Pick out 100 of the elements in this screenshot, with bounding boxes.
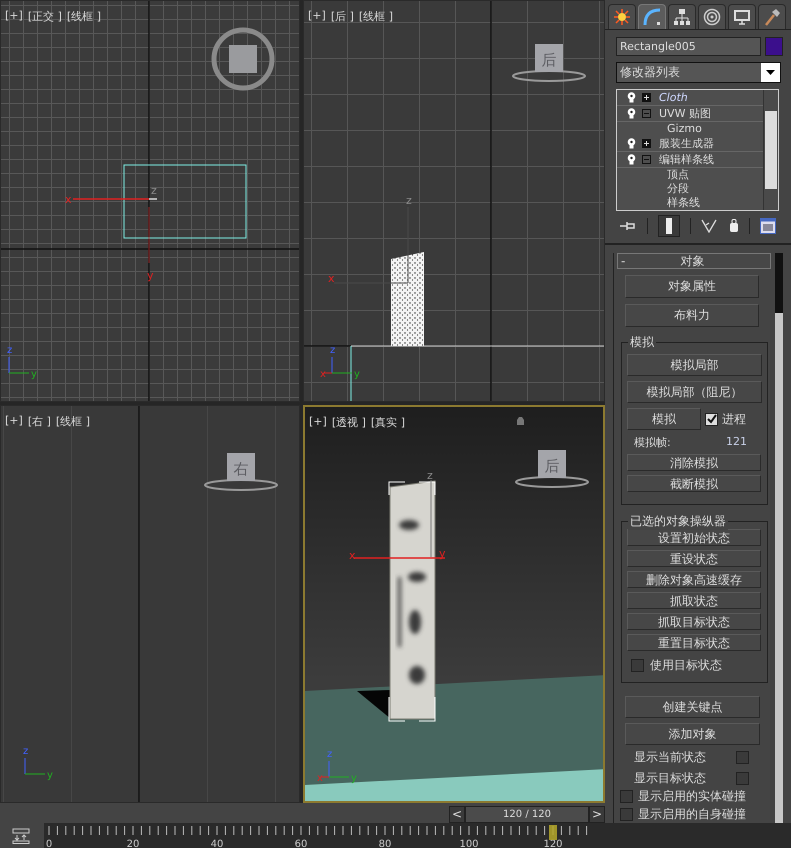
modifier-name: Cloth xyxy=(659,91,688,104)
panel-button[interactable]: 设置初始状态 xyxy=(627,529,761,546)
panel-button[interactable]: 消除模拟 xyxy=(627,454,761,471)
modifier-name: UVW 贴图 xyxy=(659,106,711,121)
pin-icon[interactable] xyxy=(619,220,637,232)
light-bulb-icon[interactable] xyxy=(627,138,636,149)
shadow xyxy=(357,690,391,719)
timeline-toggle-icon[interactable] xyxy=(10,828,32,844)
axis-label: x xyxy=(320,369,326,380)
checkbox-label: 显示启用的实体碰撞 xyxy=(638,788,746,805)
simulation-frame-value: 121 xyxy=(726,435,747,450)
checkbox[interactable] xyxy=(620,790,633,803)
panel-button[interactable]: 模拟局部（阻尼） xyxy=(627,381,762,403)
panel-tab[interactable] xyxy=(758,4,786,29)
panel-tab[interactable] xyxy=(668,4,696,29)
frame-number: 0 xyxy=(46,839,52,848)
axis-tripod xyxy=(320,760,350,778)
view-cube[interactable] xyxy=(512,44,586,82)
viewport-label[interactable]: [线框 ] xyxy=(358,9,393,24)
hierarchy-icon xyxy=(673,8,691,26)
panel-button[interactable]: 抓取状态 xyxy=(627,592,761,609)
time-ruler[interactable]: 0 20 40 60 80 100 120 xyxy=(44,823,791,848)
panel-button[interactable]: 重置目标状态 xyxy=(627,634,761,651)
checkbox[interactable] xyxy=(705,412,718,426)
checkbox[interactable] xyxy=(736,772,749,785)
panel-button[interactable]: 抓取目标状态 xyxy=(627,613,761,630)
stack-item[interactable]: 编辑样条线 xyxy=(617,152,763,168)
checkbox[interactable] xyxy=(736,751,749,764)
panel-button[interactable]: 截断模拟 xyxy=(627,475,761,492)
stack-item[interactable]: UVW 贴图 xyxy=(617,106,763,122)
frame-number: 120 xyxy=(543,839,563,848)
panel-tab[interactable] xyxy=(698,4,726,29)
previous-frame-button[interactable]: < xyxy=(449,806,465,822)
viewport-label[interactable]: [+] xyxy=(309,415,327,430)
axis-label: y xyxy=(147,269,154,282)
sub-object-item[interactable]: 分段 xyxy=(617,182,763,196)
window-icon[interactable] xyxy=(760,218,776,234)
monitor-icon xyxy=(733,8,751,26)
axis-label: x xyxy=(65,193,72,206)
viewport[interactable]: [+] [正交 ] [线框 ] x z y z y xyxy=(0,0,300,402)
plus-box-icon[interactable] xyxy=(642,139,651,148)
axis-label: z xyxy=(330,345,336,356)
panel-tab[interactable] xyxy=(608,4,636,29)
sub-object-item[interactable]: Gizmo xyxy=(617,122,763,136)
view-cube[interactable] xyxy=(515,450,589,488)
transform-gizmo[interactable] xyxy=(334,206,408,284)
target-icon xyxy=(703,8,721,26)
light-bulb-icon[interactable] xyxy=(627,92,636,103)
viewport-label[interactable]: [透视 ] xyxy=(332,415,366,430)
group-title: 模拟 xyxy=(628,334,656,351)
modifier-name: 编辑样条线 xyxy=(659,152,714,167)
panel-button[interactable]: 添加对象 xyxy=(625,723,760,745)
viewport[interactable]: [+] [右 ] [线框 ] 右 z y xyxy=(0,405,300,803)
v-shape-icon[interactable] xyxy=(701,219,719,233)
sub-object-item[interactable]: 顶点 xyxy=(617,168,763,182)
stack-item[interactable]: 服装生成器 xyxy=(617,136,763,152)
sub-object-item[interactable]: 样条线 xyxy=(617,196,763,210)
panel-tab[interactable] xyxy=(728,4,756,29)
group-title: 已选的对象操纵器 xyxy=(628,513,728,530)
light-bulb-icon[interactable] xyxy=(627,154,636,165)
viewport-label[interactable]: [线框 ] xyxy=(56,414,90,429)
simulate-button[interactable]: 模拟 xyxy=(627,408,701,430)
panel-button[interactable]: 重设状态 xyxy=(627,550,761,567)
collapse-sign: - xyxy=(621,254,626,268)
next-frame-button[interactable]: > xyxy=(589,806,605,822)
view-cube[interactable] xyxy=(212,28,274,90)
viewport-label[interactable]: [线框 ] xyxy=(66,9,101,24)
scrollbar[interactable] xyxy=(763,90,778,210)
scrollbar[interactable] xyxy=(775,253,783,823)
viewport-label[interactable]: [正交 ] xyxy=(28,9,62,24)
frame-number: 80 xyxy=(378,839,392,848)
viewport-label[interactable]: [后 ] xyxy=(330,9,354,24)
arc-icon xyxy=(643,8,661,26)
panel-button[interactable]: 删除对象高速缓存 xyxy=(627,571,761,588)
checkbox[interactable] xyxy=(620,808,633,821)
plus-box-icon[interactable] xyxy=(642,93,651,102)
viewport-label[interactable]: [+] xyxy=(5,414,23,429)
viewport[interactable]: [+] [后 ] [线框 ] z x 后 z x y xyxy=(303,0,605,402)
panel-button[interactable]: 模拟局部 xyxy=(627,354,762,376)
viewport-label[interactable]: [右 ] xyxy=(28,414,51,429)
object-name-field[interactable]: Rectangle005 xyxy=(616,37,761,56)
viewport-label[interactable]: [+] xyxy=(5,9,23,24)
modifier-list-dropdown[interactable]: 修改器列表 xyxy=(616,62,781,83)
time-slider-marker[interactable] xyxy=(549,825,557,840)
rollout-header[interactable]: - 对象 xyxy=(617,253,771,269)
panel-button[interactable]: 布料力 xyxy=(625,304,759,327)
show-end-result-button[interactable] xyxy=(658,215,680,237)
viewport-label[interactable]: [真实 ] xyxy=(370,415,405,430)
axis-label: z xyxy=(427,469,433,482)
panel-button[interactable]: 对象属性 xyxy=(625,275,759,298)
object-color-swatch[interactable] xyxy=(765,37,783,56)
checkbox[interactable] xyxy=(631,659,644,672)
light-bulb-icon[interactable] xyxy=(627,108,636,119)
view-cube[interactable] xyxy=(204,453,278,491)
viewport-label[interactable]: [+] xyxy=(308,9,326,24)
transform-gizmo[interactable] xyxy=(354,480,445,559)
sun-icon xyxy=(613,8,631,26)
frame-number: 40 xyxy=(210,839,224,848)
stack-item[interactable]: Cloth xyxy=(617,90,763,106)
panel-button[interactable]: 创建关键点 xyxy=(625,696,760,718)
